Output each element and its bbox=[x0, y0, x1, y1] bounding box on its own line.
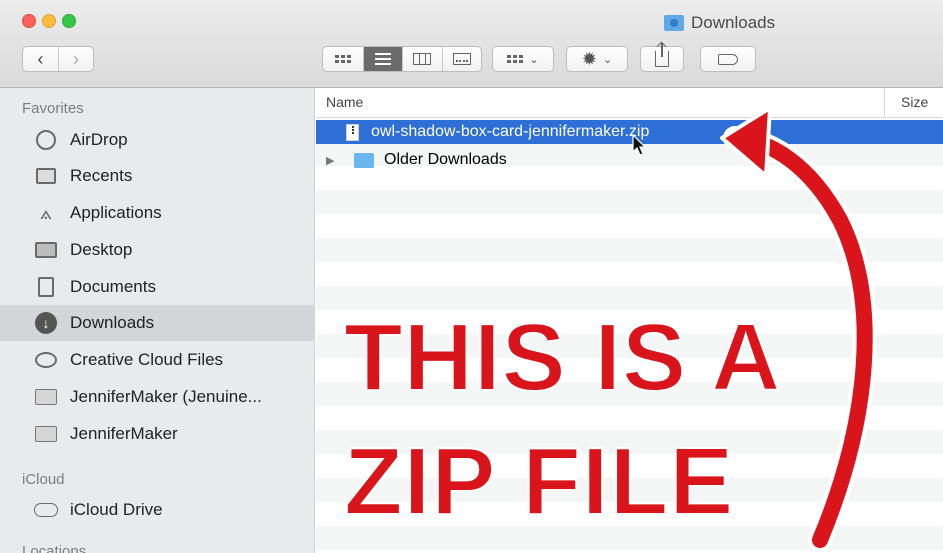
favorites-header: Favorites bbox=[22, 100, 84, 117]
list-view-button[interactable] bbox=[362, 47, 402, 71]
file-name: owl-shadow-box-card-jennifermaker.zip bbox=[371, 123, 650, 140]
sidebar-item-airdrop[interactable]: AirDrop bbox=[0, 122, 315, 158]
sidebar-item-label: AirDrop bbox=[70, 130, 128, 149]
documents-icon bbox=[34, 275, 58, 299]
folder-icon bbox=[34, 422, 58, 446]
toolbar: Downloads ‹ › ⌄ ✹ ⌄ bbox=[0, 0, 943, 88]
cloud-icon bbox=[34, 498, 58, 522]
folder-icon bbox=[354, 152, 374, 168]
sidebar-item-label: JenniferMaker bbox=[70, 424, 178, 443]
sidebar-item-label: Recents bbox=[70, 166, 133, 185]
sidebar-item-creative-cloud-files[interactable]: Creative Cloud Files bbox=[0, 342, 315, 378]
table-row[interactable]: ▶ Older Downloads bbox=[316, 148, 943, 172]
column-header: Name Size bbox=[316, 88, 943, 118]
sidebar-item-label: iCloud Drive bbox=[70, 500, 163, 519]
sidebar: Favorites AirDrop Recents ⟑ Applications… bbox=[0, 88, 315, 553]
sidebar-item-jennifermaker[interactable]: JenniferMaker bbox=[0, 416, 315, 452]
downloads-icon: ↓ bbox=[34, 311, 58, 335]
share-button[interactable] bbox=[640, 43, 684, 72]
navigation-buttons: ‹ › bbox=[22, 46, 94, 72]
icon-view-button[interactable] bbox=[323, 47, 363, 71]
sidebar-item-jennifermaker-jenuine[interactable]: JenniferMaker (Jenuine... bbox=[0, 379, 315, 415]
minimize-window-button[interactable] bbox=[42, 14, 56, 28]
close-window-button[interactable] bbox=[22, 14, 36, 28]
mouse-pointer-icon bbox=[632, 134, 647, 156]
sidebar-item-label: JenniferMaker (Jenuine... bbox=[70, 387, 262, 406]
window-title: Downloads bbox=[664, 12, 775, 34]
gallery-view-icon bbox=[452, 53, 471, 65]
annotation-text-line-1: THIS IS A bbox=[343, 304, 782, 411]
chevron-down-icon: ⌄ bbox=[529, 53, 539, 66]
sidebar-item-documents[interactable]: Documents bbox=[0, 269, 315, 305]
column-view-icon bbox=[413, 53, 432, 65]
size-column-header[interactable]: Size bbox=[901, 94, 928, 110]
share-icon bbox=[655, 43, 669, 67]
finder-window: Downloads ‹ › ⌄ ✹ ⌄ Favorites AirDrop Re… bbox=[0, 0, 943, 553]
sidebar-item-icloud-drive[interactable]: iCloud Drive bbox=[0, 492, 315, 528]
sidebar-item-label: Documents bbox=[70, 277, 156, 296]
forward-button[interactable]: › bbox=[58, 47, 93, 71]
column-view-button[interactable] bbox=[402, 47, 442, 71]
maximize-window-button[interactable] bbox=[62, 14, 76, 28]
sidebar-item-label: Desktop bbox=[70, 240, 133, 259]
file-name: Older Downloads bbox=[384, 151, 507, 168]
group-by-button[interactable]: ⌄ bbox=[492, 46, 554, 72]
window-title-text: Downloads bbox=[691, 13, 776, 32]
disclosure-triangle-icon[interactable]: ▶ bbox=[326, 154, 340, 167]
folder-icon bbox=[34, 385, 58, 409]
locations-header: Locations bbox=[22, 543, 87, 553]
sidebar-item-label: Creative Cloud Files bbox=[70, 350, 224, 369]
column-divider[interactable] bbox=[884, 88, 885, 118]
name-column-header[interactable]: Name bbox=[326, 94, 363, 110]
table-row[interactable]: owl-shadow-box-card-jennifermaker.zip bbox=[316, 120, 943, 144]
view-mode-group bbox=[322, 46, 482, 72]
icloud-header: iCloud bbox=[22, 471, 65, 488]
list-view-icon bbox=[374, 53, 391, 65]
recents-icon bbox=[34, 164, 58, 188]
tags-button[interactable] bbox=[700, 46, 756, 72]
icon-view-icon bbox=[334, 55, 351, 63]
sidebar-item-downloads[interactable]: ↓ Downloads bbox=[0, 305, 315, 341]
airdrop-icon bbox=[34, 128, 58, 152]
sidebar-item-label: Downloads bbox=[70, 313, 155, 332]
gear-icon: ✹ bbox=[581, 48, 597, 69]
downloads-folder-icon bbox=[664, 15, 684, 31]
annotation-text-line-2: ZIP FILE bbox=[343, 428, 735, 535]
creative-cloud-icon bbox=[34, 348, 58, 372]
chevron-down-icon: ⌄ bbox=[602, 53, 613, 66]
gallery-view-button[interactable] bbox=[441, 47, 482, 71]
sidebar-item-applications[interactable]: ⟑ Applications bbox=[0, 195, 315, 231]
desktop-icon bbox=[34, 238, 58, 262]
zip-file-icon bbox=[346, 123, 359, 141]
applications-icon: ⟑ bbox=[39, 201, 53, 224]
sidebar-item-desktop[interactable]: Desktop bbox=[0, 232, 315, 268]
back-button[interactable]: ‹ bbox=[23, 47, 58, 71]
action-menu-button[interactable]: ✹ ⌄ bbox=[566, 46, 628, 72]
group-icon bbox=[507, 55, 524, 63]
sidebar-item-label: Applications bbox=[70, 203, 162, 222]
sidebar-item-recents[interactable]: Recents bbox=[0, 158, 315, 194]
tag-icon bbox=[718, 53, 738, 65]
